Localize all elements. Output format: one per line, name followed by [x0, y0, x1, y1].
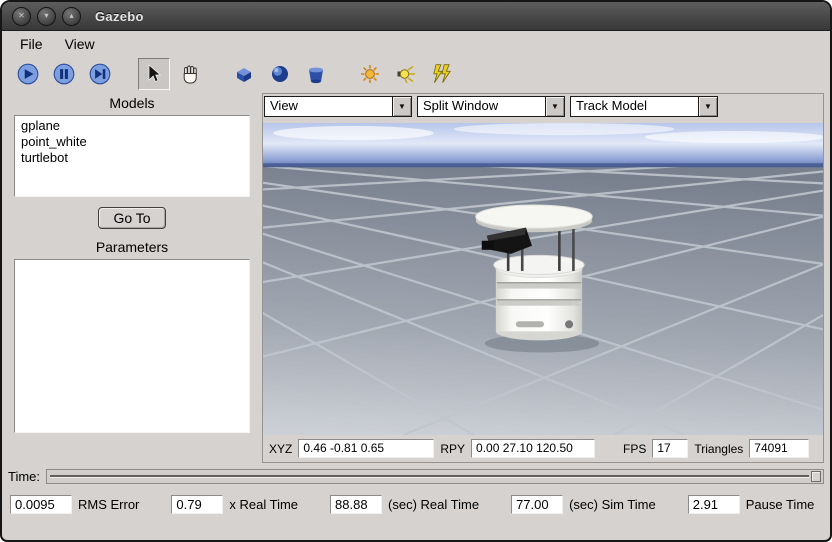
- toolbar: [2, 57, 830, 91]
- left-panel: Models gplane point_white turtlebot Go T…: [8, 93, 256, 463]
- time-label: Time:: [8, 469, 40, 484]
- sim-time-field[interactable]: 77.00: [511, 495, 563, 514]
- close-button[interactable]: ✕: [12, 7, 31, 26]
- fps-label: FPS: [623, 442, 646, 456]
- statusbar: 0.0095 RMS Error 0.79 x Real Time 88.88 …: [2, 489, 830, 519]
- view-dropdown[interactable]: View ▼: [264, 96, 412, 117]
- rpy-field[interactable]: 0.00 27.10 120.50: [471, 439, 595, 458]
- viewport-status-bar: XYZ 0.46 -0.81 0.65 RPY 0.00 27.10 120.5…: [263, 435, 823, 462]
- play-button[interactable]: [12, 58, 44, 90]
- fps-field[interactable]: 17: [652, 439, 688, 458]
- close-icon: ✕: [18, 12, 25, 20]
- track-model-dropdown[interactable]: Track Model ▼: [570, 96, 718, 117]
- pan-tool-button[interactable]: [174, 58, 206, 90]
- scene-graphic: [263, 123, 823, 435]
- view-dropdown-value: View: [265, 97, 392, 116]
- xyz-label: XYZ: [269, 442, 292, 456]
- maximize-button[interactable]: ▴: [62, 7, 81, 26]
- chevron-down-icon[interactable]: ▼: [392, 97, 411, 116]
- parameters-title: Parameters: [8, 239, 256, 255]
- real-time-factor-field[interactable]: 0.79: [171, 495, 223, 514]
- window-title: Gazebo: [95, 9, 144, 24]
- models-title: Models: [8, 95, 256, 111]
- select-tool-button[interactable]: [138, 58, 170, 90]
- real-time-factor-label: x Real Time: [229, 497, 298, 512]
- rpy-label: RPY: [440, 442, 465, 456]
- titlebar: ✕ ▾ ▴ Gazebo: [2, 2, 830, 31]
- render-view-3d[interactable]: [263, 123, 823, 435]
- add-cylinder-icon: [305, 63, 327, 85]
- time-slider[interactable]: [46, 469, 824, 484]
- maximize-icon: ▴: [69, 12, 73, 20]
- xyz-field[interactable]: 0.46 -0.81 0.65: [298, 439, 434, 458]
- minimize-icon: ▾: [44, 12, 48, 20]
- point-light-icon: [359, 63, 381, 85]
- add-sphere-icon: [269, 63, 291, 85]
- chevron-down-icon[interactable]: ▼: [545, 97, 564, 116]
- pause-time-label: Pause Time: [746, 497, 815, 512]
- triangles-field[interactable]: 74091: [749, 439, 809, 458]
- viewport: View ▼ Split Window ▼ Track Model ▼: [262, 93, 824, 463]
- list-item[interactable]: gplane: [19, 118, 245, 134]
- real-time-label: (sec) Real Time: [388, 497, 479, 512]
- select-arrow-icon: [143, 63, 165, 85]
- add-sphere-button[interactable]: [264, 58, 296, 90]
- time-row: Time:: [2, 463, 830, 489]
- menu-view[interactable]: View: [55, 34, 105, 54]
- gazebo-window: ✕ ▾ ▴ Gazebo File View: [0, 0, 832, 542]
- parameters-list[interactable]: [14, 259, 250, 433]
- spot-light-button[interactable]: [390, 58, 422, 90]
- split-window-dropdown[interactable]: Split Window ▼: [417, 96, 565, 117]
- split-window-dropdown-value: Split Window: [418, 97, 545, 116]
- pan-hand-icon: [179, 63, 201, 85]
- triangles-label: Triangles: [694, 442, 743, 456]
- bottom-spacer: [2, 519, 830, 540]
- main-area: Models gplane point_white turtlebot Go T…: [2, 91, 830, 463]
- point-light-button[interactable]: [354, 58, 386, 90]
- pause-button[interactable]: [48, 58, 80, 90]
- slider-handle[interactable]: [811, 471, 821, 482]
- real-time-field[interactable]: 88.88: [330, 495, 382, 514]
- menu-file[interactable]: File: [10, 34, 53, 54]
- toolbar-separator: [120, 74, 134, 75]
- step-icon: [88, 62, 112, 86]
- viewport-combo-row: View ▼ Split Window ▼ Track Model ▼: [263, 94, 823, 123]
- chevron-down-icon[interactable]: ▼: [698, 97, 717, 116]
- list-item[interactable]: point_white: [19, 134, 245, 150]
- goto-button[interactable]: Go To: [98, 207, 165, 229]
- spot-light-icon: [395, 63, 417, 85]
- add-box-button[interactable]: [228, 58, 260, 90]
- play-icon: [16, 62, 40, 86]
- toolbar-separator: [210, 74, 224, 75]
- models-list[interactable]: gplane point_white turtlebot: [14, 115, 250, 197]
- step-button[interactable]: [84, 58, 116, 90]
- rms-error-field[interactable]: 0.0095: [10, 495, 72, 514]
- directional-light-icon: [430, 62, 454, 86]
- menubar: File View: [2, 31, 830, 57]
- add-cylinder-button[interactable]: [300, 58, 332, 90]
- directional-light-button[interactable]: [426, 58, 458, 90]
- sim-time-label: (sec) Sim Time: [569, 497, 656, 512]
- add-box-icon: [233, 63, 255, 85]
- rms-error-label: RMS Error: [78, 497, 139, 512]
- pause-time-field[interactable]: 2.91: [688, 495, 740, 514]
- track-model-dropdown-value: Track Model: [571, 97, 698, 116]
- slider-groove: [50, 475, 809, 477]
- toolbar-separator: [336, 74, 350, 75]
- minimize-button[interactable]: ▾: [37, 7, 56, 26]
- list-item[interactable]: turtlebot: [19, 150, 245, 166]
- pause-icon: [52, 62, 76, 86]
